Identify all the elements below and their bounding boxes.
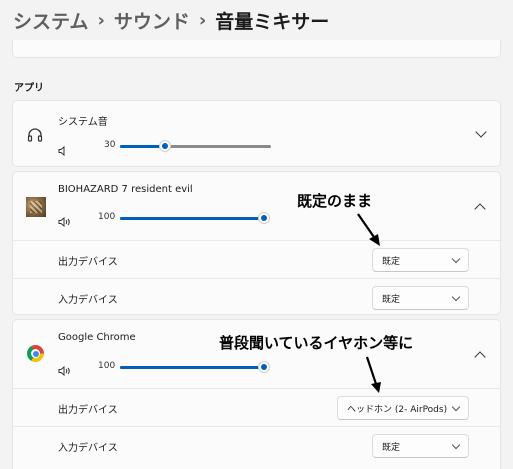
- input-device-row: 入力デバイス 既定: [13, 278, 500, 317]
- annotation-arrow-icon: [357, 213, 380, 246]
- slider-thumb[interactable]: [159, 140, 172, 152]
- input-device-label: 入力デバイス: [58, 295, 118, 306]
- chevron-down-icon: [451, 254, 461, 264]
- speaker-icon[interactable]: [58, 361, 70, 377]
- speaker-icon[interactable]: [58, 212, 70, 228]
- input-device-label: 入力デバイス: [58, 443, 118, 454]
- input-device-row: 入力デバイス 既定: [13, 426, 500, 465]
- output-device-dropdown[interactable]: 既定: [372, 248, 469, 272]
- previous-card: [12, 40, 501, 58]
- volume-value: 100: [98, 361, 116, 371]
- chevron-down-icon: [451, 292, 461, 302]
- annotation-default-note: 既定のまま: [297, 192, 373, 210]
- dropdown-value: 既定: [382, 442, 401, 453]
- slider-thumb[interactable]: [258, 361, 270, 373]
- output-device-row: 出力デバイス 既定: [13, 240, 500, 279]
- dropdown-value: 既定: [382, 294, 401, 305]
- chevron-down-icon: [451, 402, 461, 412]
- album-art-icon: [26, 197, 46, 217]
- dropdown-value: ヘッドホン (2- AirPods): [347, 404, 448, 415]
- slider-thumb[interactable]: [258, 212, 270, 224]
- output-device-label: 出力デバイス: [58, 405, 118, 416]
- chevron-down-icon[interactable]: [475, 126, 487, 138]
- chevron-down-icon: [451, 440, 461, 450]
- slider-fill: [120, 217, 264, 220]
- breadcrumb-sound[interactable]: サウンド: [114, 7, 190, 34]
- chevron-right-icon: ›: [97, 9, 105, 31]
- volume-slider[interactable]: [120, 212, 270, 224]
- page-title: 音量ミキサー: [215, 10, 330, 33]
- chevron-up-icon[interactable]: [474, 203, 486, 215]
- output-device-label: 出力デバイス: [58, 257, 118, 268]
- volume-slider[interactable]: [120, 361, 270, 373]
- breadcrumb: システム › サウンド › 音量ミキサー: [13, 5, 329, 35]
- input-device-dropdown[interactable]: 既定: [372, 434, 469, 458]
- volume-value: 30: [104, 140, 116, 150]
- speaker-icon[interactable]: [58, 141, 70, 157]
- app-card-system-sounds[interactable]: システム音 30: [12, 100, 501, 167]
- chevron-up-icon[interactable]: [474, 351, 486, 363]
- chevron-right-icon: ›: [198, 9, 207, 31]
- breadcrumb-system[interactable]: システム: [13, 7, 88, 34]
- headphones-icon: [27, 127, 43, 142]
- slider-fill: [120, 366, 264, 369]
- annotation-earphone-note: 普段聞いているイヤホン等に: [219, 334, 414, 352]
- section-label-apps: アプリ: [14, 83, 44, 94]
- input-device-dropdown[interactable]: 既定: [372, 286, 469, 310]
- app-name: システム音: [58, 117, 108, 128]
- annotation-arrow-icon: [365, 356, 381, 393]
- app-name: BIOHAZARD 7 resident evil: [58, 184, 193, 195]
- chrome-icon: [27, 345, 44, 362]
- output-device-dropdown[interactable]: ヘッドホン (2- AirPods): [337, 396, 469, 420]
- volume-slider[interactable]: [120, 140, 271, 152]
- app-card-biohazard[interactable]: BIOHAZARD 7 resident evil 100 出力デバイス 既定 …: [12, 171, 501, 315]
- dropdown-value: 既定: [382, 256, 401, 267]
- volume-value: 100: [98, 212, 116, 222]
- app-name: Google Chrome: [58, 332, 136, 343]
- output-device-row: 出力デバイス ヘッドホン (2- AirPods): [13, 388, 500, 427]
